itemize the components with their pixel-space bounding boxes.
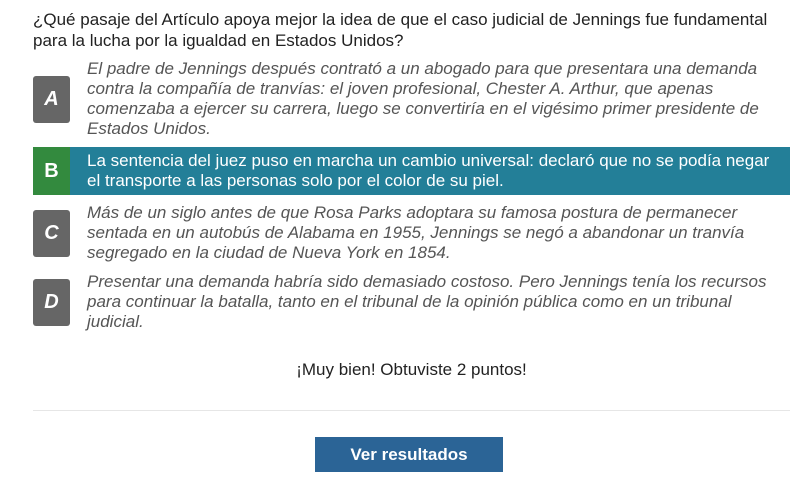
option-text: Presentar una demanda habría sido demasi… xyxy=(87,272,767,331)
answer-option-d[interactable]: D Presentar una demanda habría sido dema… xyxy=(33,270,790,336)
option-text: Más de un siglo antes de que Rosa Parks … xyxy=(87,203,745,262)
divider xyxy=(33,410,790,411)
view-results-button[interactable]: Ver resultados xyxy=(315,437,503,472)
question-text: ¿Qué pasaje del Artículo apoya mejor la … xyxy=(33,10,768,50)
feedback-message: ¡Muy bien! Obtuviste 2 puntos! xyxy=(296,360,527,379)
option-letter-badge: A xyxy=(33,76,70,123)
answer-option-c[interactable]: C Más de un siglo antes de que Rosa Park… xyxy=(33,200,790,266)
answer-option-a[interactable]: A El padre de Jennings después contrató … xyxy=(33,56,790,142)
option-letter-badge: D xyxy=(33,279,70,326)
option-letter-badge: C xyxy=(33,210,70,257)
option-text: La sentencia del juez puso en marcha un … xyxy=(87,151,770,190)
option-text: El padre de Jennings después contrató a … xyxy=(87,59,759,138)
option-letter-badge: B xyxy=(33,147,70,195)
answer-option-b-selected[interactable]: B La sentencia del juez puso en marcha u… xyxy=(33,147,790,195)
